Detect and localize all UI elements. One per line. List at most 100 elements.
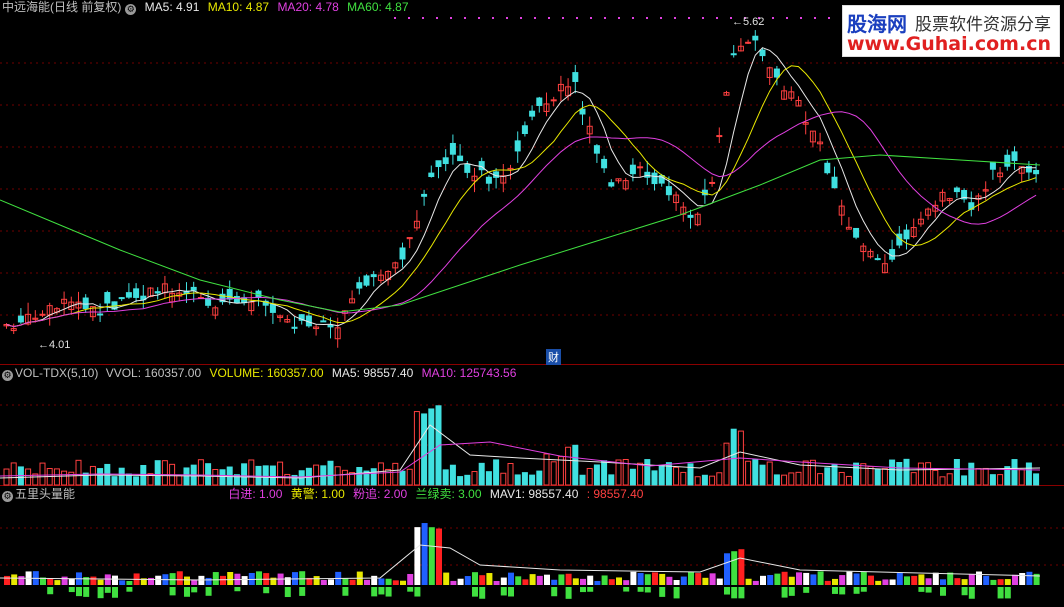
- energy-bar: [212, 572, 219, 585]
- signal-dot: [618, 17, 620, 19]
- volume-bar: [615, 459, 622, 486]
- energy-bar: [608, 579, 615, 585]
- volume-bar: [457, 476, 464, 486]
- signal-dot: [492, 17, 494, 19]
- energy-bar-down: [1004, 587, 1011, 599]
- energy-bar: [817, 571, 824, 585]
- energy-bar: [572, 578, 579, 585]
- signal-dot: [548, 17, 550, 19]
- energy-bar: [205, 577, 212, 585]
- energy-bar-down: [407, 587, 414, 592]
- volume-bar: [284, 473, 291, 486]
- energy-bar-down: [371, 587, 378, 597]
- volume-bar: [75, 459, 82, 486]
- volume-bar: [586, 468, 593, 486]
- kline-chart[interactable]: [0, 0, 1064, 607]
- energy-bar: [450, 580, 457, 585]
- energy-bar: [256, 571, 262, 585]
- candle-body: [327, 324, 334, 328]
- volume-bar: [197, 459, 204, 486]
- energy-bar: [119, 580, 126, 585]
- volume-bar: [903, 458, 910, 486]
- candle-body: [363, 275, 370, 286]
- energy-bar-down: [724, 587, 730, 595]
- energy-bar-down: [918, 587, 925, 592]
- candle-body: [118, 297, 125, 300]
- candle-body: [457, 155, 464, 162]
- energy-bar: [169, 573, 176, 585]
- volume-bar: [10, 462, 17, 486]
- candle-body: [593, 145, 600, 154]
- candle-body: [1011, 151, 1018, 162]
- volume-bar: [723, 442, 730, 486]
- volume-bar: [788, 472, 795, 486]
- energy-bar-down: [47, 587, 54, 595]
- signal-dot: [646, 17, 648, 19]
- energy-bar-down: [637, 587, 644, 592]
- low-price-label: ←4.01: [38, 339, 71, 351]
- energy-bar-down: [832, 587, 838, 594]
- energy-bar: [11, 574, 18, 585]
- energy-bar-down: [472, 587, 478, 597]
- candle-body: [421, 193, 428, 197]
- energy-bar: [299, 571, 306, 585]
- volume-bar: [867, 466, 874, 486]
- volume-bar: [399, 470, 406, 486]
- ma5-line: [6, 47, 1037, 328]
- candle-body: [291, 326, 298, 329]
- volume-bar: [205, 463, 212, 486]
- energy-bar: [320, 580, 327, 585]
- energy-bar: [688, 571, 694, 585]
- energy-bar-down: [234, 587, 241, 592]
- energy-bar-down: [104, 587, 111, 593]
- energy-bar: [97, 579, 104, 585]
- energy-bar: [990, 579, 997, 585]
- energy-bar-down: [781, 587, 788, 598]
- candle-body: [233, 295, 240, 304]
- candle-body: [752, 35, 759, 41]
- energy-bar: [155, 575, 162, 585]
- energy-bar-down: [565, 587, 572, 599]
- candle-body: [536, 97, 543, 106]
- volume-bar: [701, 474, 708, 486]
- volume-bar: [982, 467, 989, 486]
- volume-bar: [975, 468, 982, 486]
- volume-bar: [752, 459, 759, 486]
- energy-bar-down: [500, 587, 507, 596]
- low-price-value: 4.01: [49, 339, 71, 351]
- energy-bar: [702, 577, 709, 585]
- volume-bar: [471, 471, 478, 486]
- energy-bar: [1012, 574, 1018, 585]
- volume-bar: [442, 469, 449, 486]
- energy-bar: [652, 572, 658, 585]
- high-price-value: 5.62: [743, 16, 765, 28]
- energy-bar: [284, 577, 291, 585]
- volume-bar: [845, 475, 852, 486]
- ma60-line: [0, 154, 1041, 313]
- energy-bar: [464, 576, 471, 585]
- finance-marker[interactable]: 财: [546, 349, 561, 365]
- energy-bar: [745, 578, 752, 585]
- energy-bar: [61, 576, 68, 585]
- signal-dot: [632, 17, 634, 19]
- energy-bar-down: [940, 587, 946, 596]
- energy-bar: [997, 579, 1004, 585]
- volume-bar: [269, 465, 276, 486]
- candle-body: [97, 313, 104, 316]
- volume-bar: [118, 467, 125, 486]
- volume-bar: [889, 459, 896, 486]
- candle-body: [572, 72, 579, 82]
- volume-bar: [111, 476, 118, 486]
- watermark-url: www.Guhai.com.cn: [847, 33, 1051, 55]
- energy-bar-down: [738, 587, 745, 599]
- volume-bar: [644, 459, 651, 486]
- volume-bar: [97, 468, 104, 486]
- candle-body: [154, 291, 161, 294]
- candle-body: [831, 176, 838, 189]
- energy-bar: [414, 527, 421, 585]
- volume-bar: [521, 472, 528, 486]
- energy-bar: [184, 576, 190, 585]
- energy-bar-down: [169, 587, 176, 596]
- energy-bar: [709, 573, 716, 585]
- energy-bar-down: [479, 587, 486, 599]
